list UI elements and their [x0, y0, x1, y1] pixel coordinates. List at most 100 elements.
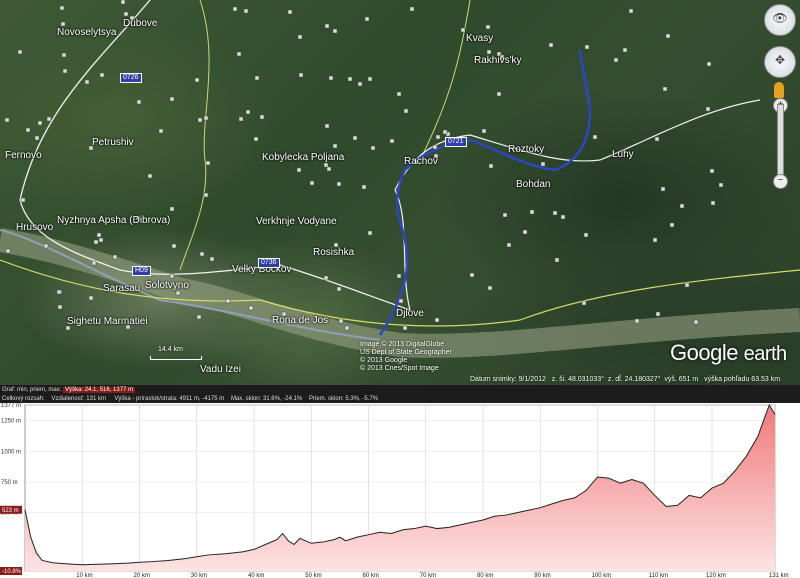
- placemark-icon[interactable]: [486, 49, 492, 55]
- placemark-icon[interactable]: [59, 5, 65, 11]
- placemark-icon[interactable]: [370, 145, 376, 151]
- placemark-icon[interactable]: [581, 300, 587, 306]
- placemark-icon[interactable]: [679, 203, 685, 209]
- placemark-icon[interactable]: [364, 16, 370, 22]
- placemark-icon[interactable]: [236, 51, 242, 57]
- place-label[interactable]: Rona de Jos: [272, 315, 328, 326]
- placemark-icon[interactable]: [336, 286, 342, 292]
- placemark-icon[interactable]: [57, 304, 63, 310]
- placemark-icon[interactable]: [705, 106, 711, 112]
- placemark-icon[interactable]: [253, 136, 259, 142]
- placemark-icon[interactable]: [361, 184, 367, 190]
- place-label[interactable]: Sarasau: [103, 283, 140, 294]
- place-label[interactable]: Luhy: [612, 149, 634, 160]
- placemark-icon[interactable]: [460, 27, 466, 33]
- placemark-icon[interactable]: [709, 168, 715, 174]
- place-label[interactable]: Dubove: [123, 18, 157, 29]
- satellite-map[interactable]: Dubove Novoselytsya Fernovo Petrushiv Nyzhny…: [0, 0, 800, 385]
- placemark-icon[interactable]: [232, 6, 238, 12]
- placemark-icon[interactable]: [243, 8, 249, 14]
- placemark-icon[interactable]: [199, 251, 205, 257]
- placemark-icon[interactable]: [352, 135, 358, 141]
- placemark-icon[interactable]: [34, 135, 40, 141]
- placemark-icon[interactable]: [332, 28, 338, 34]
- placemark-icon[interactable]: [485, 24, 491, 30]
- place-label[interactable]: Kobylecka Poljana: [262, 152, 344, 163]
- placemark-icon[interactable]: [209, 256, 215, 262]
- placemark-icon[interactable]: [652, 237, 658, 243]
- placemark-icon[interactable]: [309, 180, 315, 186]
- placemark-icon[interactable]: [46, 116, 52, 122]
- place-label[interactable]: Kvasy: [466, 33, 493, 44]
- placemark-icon[interactable]: [4, 117, 10, 123]
- placemark-icon[interactable]: [662, 86, 668, 92]
- placemark-icon[interactable]: [88, 295, 94, 301]
- placemark-icon[interactable]: [37, 120, 43, 126]
- placemark-icon[interactable]: [487, 285, 493, 291]
- placemark-icon[interactable]: [389, 138, 395, 144]
- placemark-icon[interactable]: [634, 318, 640, 324]
- placemark-icon[interactable]: [554, 257, 560, 263]
- placemark-icon[interactable]: [336, 181, 342, 187]
- placemark-icon[interactable]: [197, 117, 203, 123]
- move-control[interactable]: ✥: [764, 46, 796, 78]
- placemark-icon[interactable]: [435, 134, 441, 140]
- placemark-icon[interactable]: [592, 134, 598, 140]
- placemark-icon[interactable]: [169, 96, 175, 102]
- placemark-icon[interactable]: [396, 91, 402, 97]
- look-control[interactable]: 👁: [764, 4, 796, 36]
- placemark-icon[interactable]: [91, 260, 97, 266]
- placemark-icon[interactable]: [396, 273, 402, 279]
- placemark-icon[interactable]: [560, 214, 566, 220]
- placemark-icon[interactable]: [248, 305, 254, 311]
- placemark-icon[interactable]: [120, 0, 126, 5]
- placemark-icon[interactable]: [205, 160, 211, 166]
- placemark-icon[interactable]: [506, 242, 512, 248]
- placemark-icon[interactable]: [296, 167, 302, 173]
- placemark-icon[interactable]: [112, 254, 118, 260]
- placemark-icon[interactable]: [196, 314, 202, 320]
- placemark-icon[interactable]: [297, 34, 303, 40]
- placemark-icon[interactable]: [403, 108, 409, 114]
- street-view-icon[interactable]: [774, 82, 784, 98]
- placemark-icon[interactable]: [660, 186, 666, 192]
- placemark-icon[interactable]: [323, 275, 329, 281]
- placemark-icon[interactable]: [613, 57, 619, 63]
- placemark-icon[interactable]: [367, 76, 373, 82]
- zoom-out-button[interactable]: −: [773, 174, 788, 189]
- placemark-icon[interactable]: [488, 163, 494, 169]
- placemark-icon[interactable]: [540, 161, 546, 167]
- placemark-icon[interactable]: [194, 77, 200, 83]
- placemark-icon[interactable]: [99, 72, 105, 78]
- placemark-icon[interactable]: [628, 8, 634, 14]
- placemark-icon[interactable]: [684, 282, 690, 288]
- placemark-icon[interactable]: [245, 109, 251, 115]
- placemark-icon[interactable]: [203, 192, 209, 198]
- placemark-icon[interactable]: [710, 200, 716, 206]
- placemark-icon[interactable]: [332, 143, 338, 149]
- placemark-icon[interactable]: [254, 75, 260, 81]
- placemark-icon[interactable]: [238, 116, 244, 122]
- placemark-icon[interactable]: [669, 222, 675, 228]
- placemark-icon[interactable]: [5, 248, 11, 254]
- placemark-icon[interactable]: [25, 127, 31, 133]
- placemark-icon[interactable]: [693, 319, 699, 325]
- place-label[interactable]: Hrusovo: [16, 222, 53, 233]
- placemark-icon[interactable]: [548, 42, 554, 48]
- placemark-icon[interactable]: [522, 229, 528, 235]
- placemark-icon[interactable]: [123, 11, 129, 17]
- place-label[interactable]: Novoselytsya: [57, 27, 116, 38]
- placemark-icon[interactable]: [347, 76, 353, 82]
- placemark-icon[interactable]: [409, 6, 415, 12]
- placemark-icon[interactable]: [434, 317, 440, 323]
- placemark-icon[interactable]: [171, 243, 177, 249]
- placemark-icon[interactable]: [158, 128, 164, 134]
- placemark-icon[interactable]: [96, 232, 102, 238]
- placemark-icon[interactable]: [20, 197, 26, 203]
- placemark-icon[interactable]: [344, 325, 350, 331]
- placemark-icon[interactable]: [502, 212, 508, 218]
- place-label[interactable]: Verkhnje Vodyane: [256, 216, 337, 227]
- place-label[interactable]: Vadu Izei: [200, 364, 241, 375]
- place-label[interactable]: Nyzhnya Apsha (Dibrova): [57, 215, 170, 226]
- placemark-icon[interactable]: [203, 115, 209, 121]
